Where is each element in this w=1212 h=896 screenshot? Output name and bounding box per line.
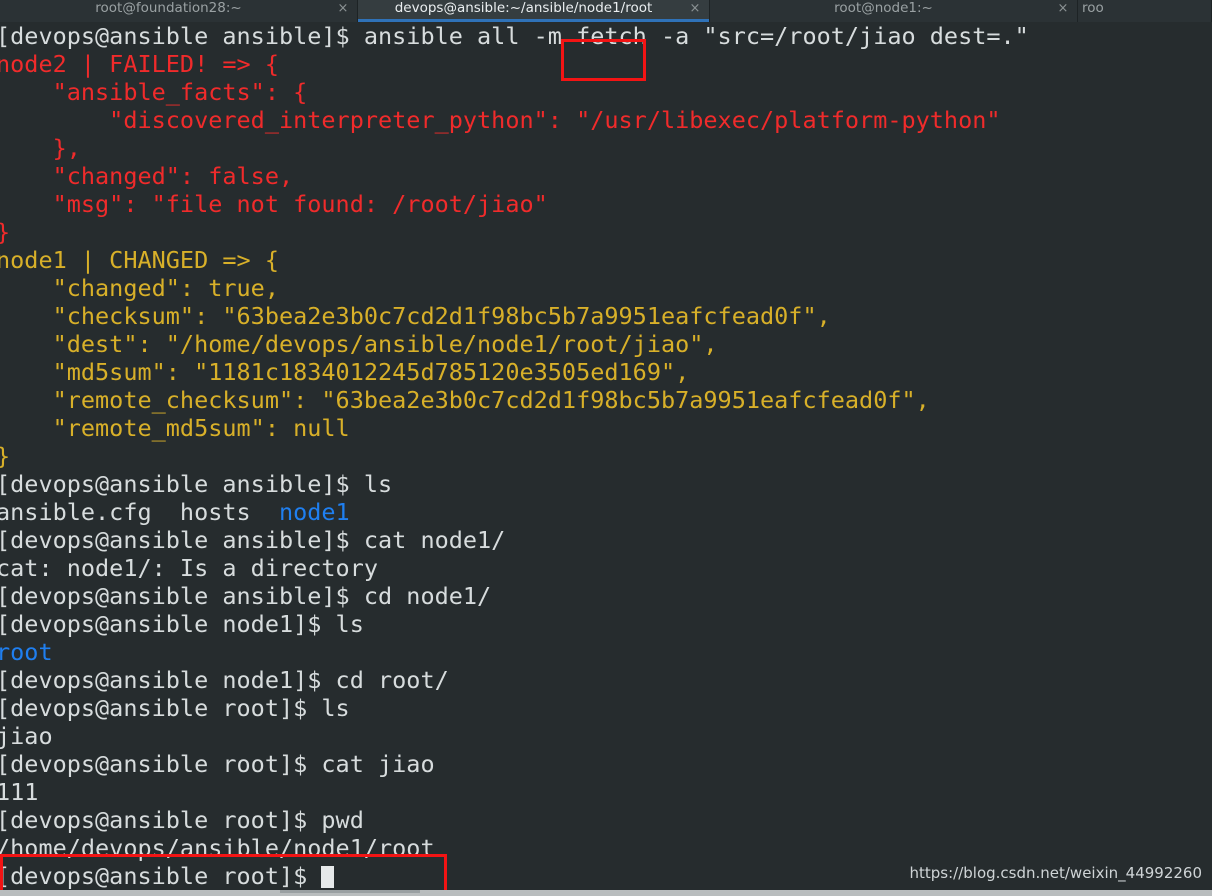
terminal-text-span: node1 — [278, 498, 350, 526]
terminal-text-span: node2 | FAILED! => { — [0, 50, 279, 78]
terminal-text-span: } — [0, 218, 10, 246]
terminal-line: "remote_checksum": "63bea2e3b0c7cd2d1f98… — [0, 386, 1212, 414]
terminal-text-span: cat: node1/: Is a directory — [0, 554, 379, 582]
tab-label: root@node1:~ — [834, 0, 933, 16]
terminal-text-span: [devops@ansible root]$ ls — [0, 694, 350, 722]
terminal-text-span: jiao — [0, 722, 53, 750]
terminal-line: node2 | FAILED! => { — [0, 50, 1212, 78]
terminal-line: /home/devops/ansible/node1/root — [0, 834, 1212, 862]
terminal-text-span: "dest": "/home/devops/ansible/node1/root… — [0, 330, 718, 358]
terminal-line: root — [0, 638, 1212, 666]
terminal-text-span: "changed": false, — [0, 162, 294, 190]
terminal-line: "ansible_facts": { — [0, 78, 1212, 106]
terminal-text-span: [devops@ansible ansible]$ cat node1/ — [0, 526, 506, 554]
scrollbar-nub[interactable] — [280, 890, 420, 893]
terminal-text-span: root — [0, 638, 53, 666]
terminal-text-span: [devops@ansible ansible]$ cd node1/ — [0, 582, 492, 610]
terminal-line: }, — [0, 134, 1212, 162]
terminal-text-span: [devops@ansible root]$ — [0, 862, 322, 890]
terminal-text-span: "changed": true, — [0, 274, 279, 302]
terminal-line: "changed": false, — [0, 162, 1212, 190]
tab-label: roo — [1082, 0, 1104, 16]
terminal-line: [devops@ansible root]$ ls — [0, 694, 1212, 722]
terminal-text-span: node1 | CHANGED => { — [0, 246, 279, 274]
terminal-line: [devops@ansible ansible]$ ansible all -m… — [0, 22, 1212, 50]
terminal-text-span: [devops@ansible node1]$ ls — [0, 610, 364, 638]
watermark-text: https://blog.csdn.net/weixin_44992260 — [909, 864, 1202, 882]
tab-label: devops@ansible:~/ansible/node1/root — [394, 0, 653, 16]
tab-devops-ansible[interactable]: devops@ansible:~/ansible/node1/root × — [358, 0, 710, 22]
terminal-line: "discovered_interpreter_python": "/usr/l… — [0, 106, 1212, 134]
terminal-line: [devops@ansible ansible]$ ls — [0, 470, 1212, 498]
terminal-text-span: "md5sum": "1181c1834012245d785120e3505ed… — [0, 358, 690, 386]
terminal-line: } — [0, 442, 1212, 470]
tab-label: root@foundation28:~ — [95, 0, 242, 16]
terminal-tab-bar: root@foundation28:~ × devops@ansible:~/a… — [0, 0, 1212, 22]
terminal-line: jiao — [0, 722, 1212, 750]
terminal-text-span: }, — [0, 134, 81, 162]
terminal-text-span: "remote_md5sum": null — [0, 414, 350, 442]
terminal-text-span: ansible.cfg hosts — [0, 498, 279, 526]
window-bottom-chrome — [0, 890, 1212, 896]
terminal-line: "dest": "/home/devops/ansible/node1/root… — [0, 330, 1212, 358]
terminal-line: [devops@ansible node1]$ cd root/ — [0, 666, 1212, 694]
terminal-line: [devops@ansible root]$ pwd — [0, 806, 1212, 834]
terminal-line: node1 | CHANGED => { — [0, 246, 1212, 274]
terminal-line: [devops@ansible node1]$ ls — [0, 610, 1212, 638]
terminal-text-span: "ansible_facts": { — [0, 78, 308, 106]
terminal-line: "md5sum": "1181c1834012245d785120e3505ed… — [0, 358, 1212, 386]
tab-overflow-partial[interactable]: roo — [1078, 0, 1212, 22]
terminal-line: [devops@ansible ansible]$ cd node1/ — [0, 582, 1212, 610]
terminal-text-span: "checksum": "63bea2e3b0c7cd2d1f98bc5b7a9… — [0, 302, 831, 330]
text-cursor — [321, 866, 335, 888]
terminal-text-span: /home/devops/ansible/node1/root — [0, 834, 435, 862]
terminal-text-span: "msg": "file not found: /root/jiao" — [0, 190, 548, 218]
terminal-line: "changed": true, — [0, 274, 1212, 302]
terminal-line: ansible.cfg hosts node1 — [0, 498, 1212, 526]
close-icon[interactable]: × — [685, 1, 705, 16]
terminal-screen: [devops@ansible ansible]$ ansible all -m… — [0, 22, 1212, 890]
terminal-text-span: } — [0, 442, 10, 470]
terminal-text-span: [devops@ansible root]$ pwd — [0, 806, 364, 834]
terminal-text-span: "remote_checksum": "63bea2e3b0c7cd2d1f98… — [0, 386, 930, 414]
terminal-line: "checksum": "63bea2e3b0c7cd2d1f98bc5b7a9… — [0, 302, 1212, 330]
close-icon[interactable]: × — [333, 1, 353, 16]
terminal-text-span: "discovered_interpreter_python": "/usr/l… — [0, 106, 1001, 134]
terminal-line: 111 — [0, 778, 1212, 806]
terminal-line: "msg": "file not found: /root/jiao" — [0, 190, 1212, 218]
terminal-line: "remote_md5sum": null — [0, 414, 1212, 442]
terminal-text-span: 111 — [0, 778, 39, 806]
terminal-line: [devops@ansible ansible]$ cat node1/ — [0, 526, 1212, 554]
terminal-line: } — [0, 218, 1212, 246]
terminal-output-pane[interactable]: [devops@ansible ansible]$ ansible all -m… — [0, 22, 1212, 890]
tab-root-node1[interactable]: root@node1:~ × — [710, 0, 1078, 22]
terminal-text-span: [devops@ansible ansible]$ ansible all -m… — [0, 22, 1029, 50]
terminal-text-span: [devops@ansible node1]$ cd root/ — [0, 666, 449, 694]
terminal-line: cat: node1/: Is a directory — [0, 554, 1212, 582]
terminal-line: [devops@ansible root]$ cat jiao — [0, 750, 1212, 778]
terminal-text-span: [devops@ansible ansible]$ ls — [0, 470, 393, 498]
close-icon[interactable]: × — [1053, 1, 1073, 16]
terminal-text-span: [devops@ansible root]$ cat jiao — [0, 750, 435, 778]
tab-root-foundation28[interactable]: root@foundation28:~ × — [0, 0, 358, 22]
